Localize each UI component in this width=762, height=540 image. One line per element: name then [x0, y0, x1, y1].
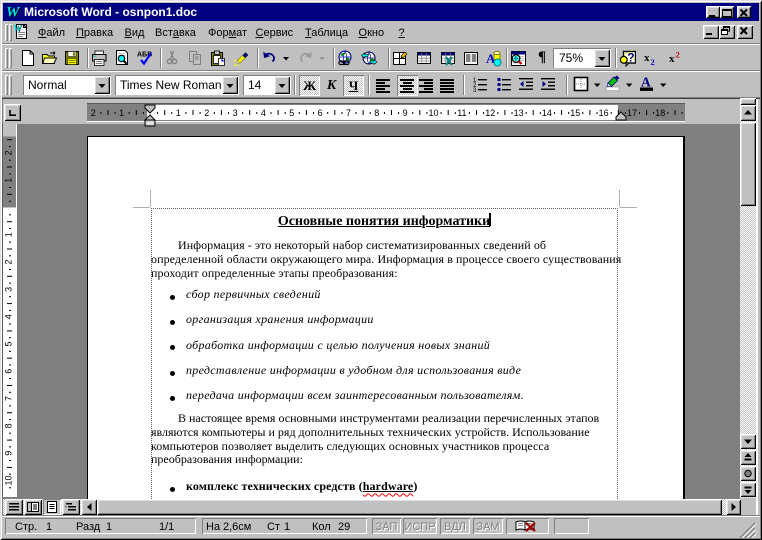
svg-text:12: 12 [485, 108, 495, 118]
svg-text:2: 2 [4, 260, 14, 265]
svg-text:1: 1 [4, 178, 14, 183]
svg-text:3: 3 [4, 287, 14, 292]
svg-text:10: 10 [4, 475, 14, 485]
svg-text:2: 2 [204, 108, 209, 118]
svg-text:7: 7 [346, 108, 351, 118]
svg-text:5: 5 [4, 341, 14, 346]
svg-text:W: W [14, 24, 22, 33]
svg-text:5: 5 [289, 108, 294, 118]
svg-text:4: 4 [261, 108, 266, 118]
svg-text:2: 2 [676, 50, 680, 60]
svg-text:17: 17 [627, 108, 637, 118]
svg-text:7: 7 [4, 396, 14, 401]
svg-text:2: 2 [4, 150, 14, 155]
svg-text:6: 6 [4, 369, 14, 374]
svg-text:8: 8 [4, 423, 14, 428]
svg-text:13: 13 [514, 108, 524, 118]
svg-text:1: 1 [176, 108, 181, 118]
svg-text:3: 3 [233, 108, 238, 118]
svg-text:x: x [669, 53, 675, 65]
svg-text:6: 6 [318, 108, 323, 118]
svg-text:16: 16 [599, 108, 609, 118]
svg-text:10: 10 [428, 108, 438, 118]
svg-text:x: x [644, 52, 650, 64]
svg-text:11: 11 [457, 108, 466, 118]
svg-text:1: 1 [119, 108, 124, 118]
svg-text:18: 18 [655, 108, 665, 118]
svg-text:4: 4 [4, 314, 14, 319]
svg-text:1: 1 [4, 232, 14, 237]
svg-text:2: 2 [91, 108, 96, 118]
svg-text:9: 9 [403, 108, 408, 118]
svg-text:15: 15 [570, 108, 580, 118]
svg-text:2: 2 [651, 57, 655, 67]
svg-text:9: 9 [4, 451, 14, 456]
svg-text:W: W [6, 5, 21, 20]
svg-text:14: 14 [542, 108, 552, 118]
svg-text:3: 3 [473, 88, 477, 92]
svg-text:8: 8 [374, 108, 379, 118]
svg-text:A: A [641, 75, 651, 90]
